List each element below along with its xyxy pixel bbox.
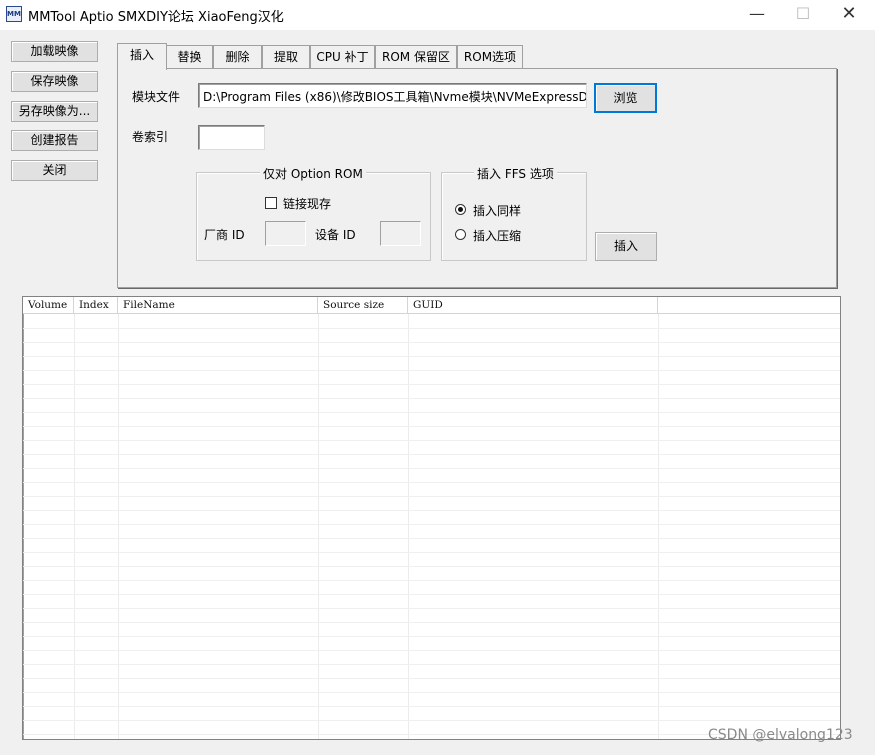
tab-rom-options[interactable]: ROM选项 — [457, 45, 523, 68]
insert-compressed-label: 插入压缩 — [473, 229, 522, 243]
grid-row-line — [23, 622, 840, 623]
insert-compressed-radio[interactable] — [455, 229, 466, 240]
insert-ffs-options-title: 插入 FFS 选项 — [474, 165, 557, 182]
column-header-volume[interactable]: Volume — [23, 297, 74, 314]
grid-row-line — [23, 384, 840, 385]
grid-row-line — [23, 552, 840, 553]
grid-row-line — [23, 454, 840, 455]
maximize-icon[interactable]: ☐ — [780, 0, 826, 30]
tab-cpu-patch[interactable]: CPU 补丁 — [310, 45, 375, 68]
grid-row-line — [23, 650, 840, 651]
column-header-source-size[interactable]: Source size — [318, 297, 408, 314]
grid-column-line — [118, 314, 119, 739]
minimize-icon[interactable]: — — [734, 0, 780, 30]
grid-row-line — [23, 608, 840, 609]
grid-row-line — [23, 496, 840, 497]
grid-column-line — [74, 314, 75, 739]
grid-row-line — [23, 412, 840, 413]
load-image-button[interactable]: 加载映像 — [11, 41, 98, 62]
grid-column-line — [408, 314, 409, 739]
grid-row-line — [23, 538, 840, 539]
grid-row-line — [23, 426, 840, 427]
volume-index-input[interactable] — [198, 125, 265, 150]
app-icon[interactable]: MM — [6, 6, 22, 22]
grid-row-line — [23, 636, 840, 637]
watermark: CSDN @elvalong123 — [708, 727, 853, 743]
browse-button[interactable]: 浏览 — [594, 83, 657, 113]
link-present-checkbox[interactable] — [265, 197, 277, 209]
window-title: MMTool Aptio SMXDIY论坛 XiaoFeng汉化 — [28, 10, 284, 25]
module-file-value: D:\Program Files (x86)\修改BIOS工具箱\Nvme模块\… — [203, 90, 587, 104]
module-file-label: 模块文件 — [132, 90, 181, 104]
grid-row-line — [23, 664, 840, 665]
grid-row-line — [23, 398, 840, 399]
grid-row-line — [23, 720, 840, 721]
grid-row-line — [23, 482, 840, 483]
tab-extract[interactable]: 提取 — [262, 45, 310, 68]
grid-column-line — [318, 314, 319, 739]
vendor-id-input[interactable] — [265, 221, 306, 246]
close-icon[interactable]: ✕ — [826, 0, 872, 30]
grid-row-line — [23, 510, 840, 511]
grid-row-line — [23, 580, 840, 581]
link-present-label: 链接现存 — [283, 197, 332, 211]
save-image-as-button[interactable]: 另存映像为... — [11, 101, 98, 122]
module-file-input[interactable]: D:\Program Files (x86)\修改BIOS工具箱\Nvme模块\… — [198, 83, 587, 108]
grid-row-line — [23, 342, 840, 343]
grid-column-line — [658, 314, 659, 739]
save-image-button[interactable]: 保存映像 — [11, 71, 98, 92]
device-id-input[interactable] — [380, 221, 421, 246]
insert-as-is-label: 插入同样 — [473, 204, 522, 218]
tab-rom-hole[interactable]: ROM 保留区 — [375, 45, 457, 68]
grid-row-line — [23, 440, 840, 441]
option-rom-group-title: 仅对 Option ROM — [260, 165, 366, 182]
grid-row-line — [23, 594, 840, 595]
close-button[interactable]: 关闭 — [11, 160, 98, 181]
column-header-filename[interactable]: FileName — [118, 297, 318, 314]
option-rom-group — [196, 172, 431, 261]
device-id-label: 设备 ID — [315, 228, 356, 242]
column-header-filler — [658, 297, 840, 314]
insert-as-is-radio[interactable] — [455, 204, 466, 215]
grid-row-line — [23, 692, 840, 693]
grid-row-line — [23, 370, 840, 371]
vendor-id-label: 厂商 ID — [204, 228, 245, 242]
tab-replace[interactable]: 替换 — [166, 45, 213, 68]
tab-delete[interactable]: 删除 — [213, 45, 262, 68]
grid-row-line — [23, 678, 840, 679]
create-report-button[interactable]: 创建报告 — [11, 130, 98, 151]
column-header-guid[interactable]: GUID — [408, 297, 658, 314]
column-header-index[interactable]: Index — [74, 297, 118, 314]
grid-row-line — [23, 356, 840, 357]
insert-button[interactable]: 插入 — [595, 232, 657, 261]
grid-row-line — [23, 328, 840, 329]
grid-row-line — [23, 468, 840, 469]
grid-row-line — [23, 524, 840, 525]
grid-row-line — [23, 706, 840, 707]
module-list[interactable]: Volume Index FileName Source size GUID — [22, 296, 841, 740]
title-bar: MM MMTool Aptio SMXDIY论坛 XiaoFeng汉化 — ☐ … — [0, 0, 875, 30]
grid-row-line — [23, 566, 840, 567]
volume-index-label: 卷索引 — [132, 130, 169, 144]
tab-insert[interactable]: 插入 — [117, 43, 167, 70]
